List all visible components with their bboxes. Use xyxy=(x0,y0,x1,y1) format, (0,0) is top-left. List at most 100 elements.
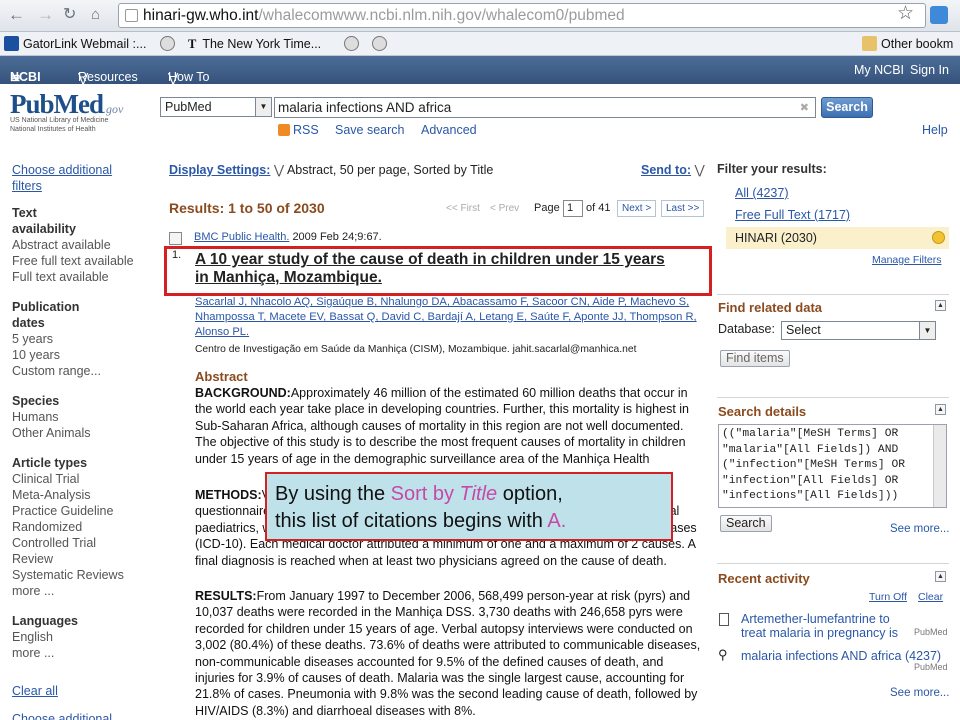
see-more-link[interactable]: See more... xyxy=(890,523,949,535)
extension-icon[interactable] xyxy=(930,6,948,24)
folder-icon xyxy=(862,36,877,51)
next-page-button[interactable]: Next > xyxy=(617,200,657,217)
uf-icon xyxy=(4,36,19,51)
filter-full-text[interactable]: Full text available xyxy=(12,269,109,285)
page-input[interactable]: 1 xyxy=(563,200,583,217)
my-ncbi-link[interactable]: My NCBI xyxy=(854,63,904,77)
turn-off-link[interactable]: Turn Off xyxy=(869,591,907,603)
bookmark-other[interactable]: Other bookm xyxy=(862,35,953,53)
filter-hinari[interactable]: HINARI (2030) xyxy=(726,227,949,249)
recent-item-2[interactable]: malaria infections AND africa (4237) xyxy=(741,649,941,663)
abstract-heading: Abstract xyxy=(195,369,248,384)
home-icon[interactable]: ⌂ xyxy=(91,5,100,25)
results-count: Results: 1 to 50 of 2030 xyxy=(169,200,325,216)
advanced-link[interactable]: Advanced xyxy=(421,123,477,137)
filter-free-full-text-tab[interactable]: Free Full Text (1717) xyxy=(735,208,850,222)
dropdown-arrow-icon: ▼ xyxy=(919,322,935,339)
filter-clinical-trial[interactable]: Clinical Trial xyxy=(12,471,79,487)
filter-practice-guideline[interactable]: Practice Guideline xyxy=(12,503,113,519)
filter-abstract[interactable]: Abstract available xyxy=(12,237,111,253)
filter-rct[interactable]: Randomized Controlled Trial xyxy=(12,519,122,551)
search-input[interactable]: malaria infections AND africa ✖ xyxy=(274,97,816,118)
journal-link[interactable]: BMC Public Health. xyxy=(194,231,289,243)
nlm-caption: US National Library of Medicine National… xyxy=(10,117,109,133)
search-details-heading: Search details xyxy=(718,404,807,419)
collapse-icon[interactable]: ▲ xyxy=(935,571,946,582)
recent-activity-heading: Recent activity xyxy=(718,571,810,586)
help-link[interactable]: Help xyxy=(922,123,948,137)
document-icon xyxy=(719,613,729,626)
back-icon[interactable]: ← xyxy=(8,5,25,25)
filter-review[interactable]: Review xyxy=(12,551,53,567)
related-heading: Find related data xyxy=(718,300,823,315)
filter-custom-range[interactable]: Custom range... xyxy=(12,363,101,379)
reload-icon[interactable]: ↻ xyxy=(63,5,76,25)
page: ← → ↻ ⌂ hinari-gw.who.int/whalecomwww.nc… xyxy=(0,0,960,720)
chevron-down-icon: ⋁ xyxy=(78,71,89,85)
filter-languages-more[interactable]: more ... xyxy=(12,645,54,661)
bookmark-gatorlink[interactable]: GatorLink Webmail :... xyxy=(4,35,146,53)
send-to-menu[interactable]: Send to: ⋁ xyxy=(641,162,705,177)
first-page-link[interactable]: << First xyxy=(446,203,480,214)
save-search-link[interactable]: Save search xyxy=(335,123,404,137)
find-items-button[interactable]: Find items xyxy=(720,350,790,367)
bookmarks-bar: GatorLink Webmail :... T The New York Tim… xyxy=(0,32,960,56)
details-search-button[interactable]: Search xyxy=(720,515,772,532)
filter-group-title: Article types xyxy=(12,456,88,470)
choose-filters-link-2[interactable]: Choose additional xyxy=(12,711,112,720)
bookmark-nytimes[interactable]: T The New York Time... xyxy=(188,35,321,53)
globe-icon[interactable] xyxy=(160,35,179,53)
filter-other-animals[interactable]: Other Animals xyxy=(12,425,91,441)
related-database-select[interactable]: Select ▼ xyxy=(781,321,936,340)
annotation-callout: By using the Sort by Title option, this … xyxy=(265,472,673,541)
last-page-button[interactable]: Last >> xyxy=(661,200,705,217)
author-list[interactable]: Sacarlal J, Nhacolo AQ, Sigaúque B, Nhal… xyxy=(195,295,697,340)
filter-english[interactable]: English xyxy=(12,629,53,645)
pubmed-header: PubMed.gov US National Library of Medici… xyxy=(0,84,960,146)
scrollbar[interactable] xyxy=(933,425,946,507)
rss-link[interactable]: RSS xyxy=(278,123,319,137)
filter-all[interactable]: All (4237) xyxy=(735,186,789,200)
filter-humans[interactable]: Humans xyxy=(12,409,59,425)
prev-page-link[interactable]: < Prev xyxy=(490,203,519,214)
filter-group-title: Languages xyxy=(12,614,78,628)
collapse-icon[interactable]: ▲ xyxy=(935,300,946,311)
sign-in-link[interactable]: Sign In xyxy=(910,63,949,77)
filter-systematic-reviews[interactable]: Systematic Reviews xyxy=(12,567,124,583)
dropdown-arrow-icon: ▼ xyxy=(255,98,271,116)
filter-group-title: Species xyxy=(12,394,60,408)
ncbi-bar: ≌ NCBI Resources ⋁ How To ⋁ My NCBI Sign … xyxy=(0,56,960,85)
filter-more[interactable]: more ... xyxy=(12,583,54,599)
star-icon[interactable]: ☆ xyxy=(897,4,914,24)
nyt-icon: T xyxy=(188,37,197,51)
filter-10-years[interactable]: 10 years xyxy=(12,347,60,363)
globe-icon-3[interactable] xyxy=(372,35,391,53)
recent-item-2-source: PubMed xyxy=(914,662,948,672)
clear-link[interactable]: Clear xyxy=(918,591,943,603)
globe-icon-2[interactable] xyxy=(344,35,363,53)
filter-free-full-text[interactable]: Free full text available xyxy=(12,253,134,269)
citation-source: BMC Public Health. 2009 Feb 24;9:67. xyxy=(194,231,382,243)
filter-5-years[interactable]: 5 years xyxy=(12,331,53,347)
display-settings[interactable]: Display Settings: ⋁ Abstract, 50 per pag… xyxy=(169,162,493,177)
filter-status-icon xyxy=(932,231,945,244)
clear-all-link[interactable]: Clear all xyxy=(12,683,58,699)
recent-item-1[interactable]: Artemether-lumefantrine to treat malaria… xyxy=(741,612,911,640)
forward-icon[interactable]: → xyxy=(37,5,54,25)
choose-filters-link[interactable]: Choose additional filters xyxy=(12,162,132,194)
url-bar[interactable]: hinari-gw.who.int/whalecomwww.ncbi.nlm.n… xyxy=(118,3,926,28)
manage-filters-link[interactable]: Manage Filters xyxy=(872,254,941,266)
filter-meta-analysis[interactable]: Meta-Analysis xyxy=(12,487,91,503)
search-button[interactable]: Search xyxy=(821,97,873,118)
see-more-link-2[interactable]: See more... xyxy=(890,687,949,699)
search-details-box[interactable]: (("malaria"[MeSH Terms] OR "malaria"[All… xyxy=(718,424,947,508)
database-select[interactable]: PubMed ▼ xyxy=(160,97,272,117)
affiliation: Centro de Investigação em Saúde da Manhi… xyxy=(195,344,637,355)
url-domain: hinari-gw.who.int xyxy=(143,7,259,24)
filter-panel: Filter your results: xyxy=(717,162,949,176)
clear-icon[interactable]: ✖ xyxy=(800,99,809,118)
collapse-icon[interactable]: ▲ xyxy=(935,404,946,415)
filter-heading: Filter your results: xyxy=(717,162,827,176)
chevron-down-icon: ⋁ xyxy=(168,71,179,85)
select-checkbox[interactable] xyxy=(169,232,182,245)
